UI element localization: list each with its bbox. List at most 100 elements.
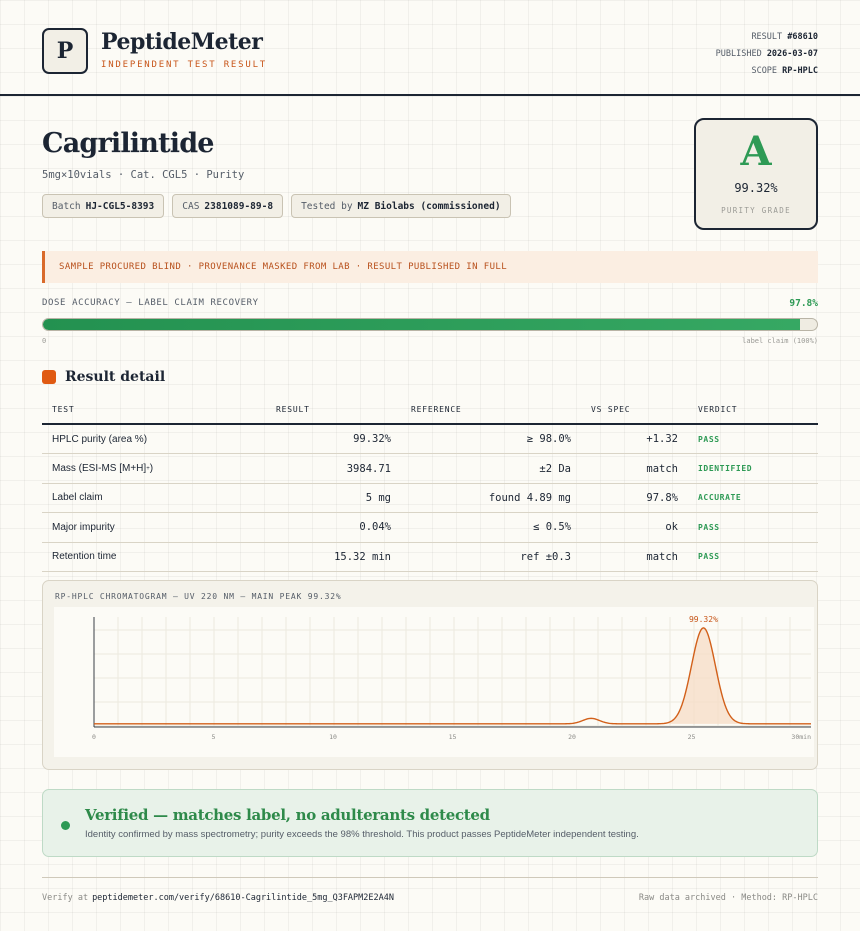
cell-result: 0.04%: [359, 521, 391, 534]
chromatogram-card: RP-HPLC CHROMATOGRAM — UV 220 NM — MAIN …: [42, 580, 818, 770]
x-tick-label: 30min: [791, 733, 811, 741]
cell-test-close: ): [149, 463, 154, 475]
cell-vs-spec: 97.8%: [646, 491, 678, 504]
cas-chip: CAS 2381089-89-8: [172, 194, 284, 218]
cell-test: Label claim: [52, 492, 103, 504]
dose-min-label: 0: [42, 337, 47, 345]
cas-value: 2381089-89-8: [204, 200, 274, 212]
blind-procurement-notice: SAMPLE PROCURED BLIND · PROVENANCE MASKE…: [42, 251, 818, 283]
table-row: HPLC purity (area %) 99.32% ≥ 98.0% +1.3…: [42, 425, 818, 455]
cell-reference: ≤ 0.5%: [533, 521, 571, 534]
table-row: Mass (ESI-MS [M+H] +) 3984.71 ±2 Da match…: [42, 454, 818, 484]
cell-reference: ±2 Da: [539, 462, 571, 475]
meta-scope-line: SCOPE RP-HPLC: [716, 63, 818, 80]
verified-banner: Verified — matches label, no adulterants…: [42, 789, 818, 857]
meta-published-label: PUBLISHED: [715, 49, 762, 59]
product-title: Cagrilintide: [42, 128, 214, 159]
cell-result: 99.32%: [353, 433, 391, 446]
meta-published-line: PUBLISHED 2026-03-07: [716, 46, 818, 63]
x-tick-label: 0: [92, 733, 96, 741]
cell-vs-spec: ok: [665, 521, 678, 534]
dose-accuracy-fill: [43, 319, 800, 330]
cell-test-text: Mass (ESI-MS [M+H]: [52, 463, 147, 475]
x-tick-label: 10: [329, 733, 337, 741]
batch-value: HJ-CGL5-8393: [85, 200, 155, 212]
brand-subtitle: INDEPENDENT TEST RESULT: [101, 60, 268, 70]
meta-scope-value: RP-HPLC: [782, 66, 818, 76]
tested-by-chip: Tested by MZ Biolabs (commissioned): [291, 194, 511, 218]
cell-verdict: PASS: [698, 522, 720, 532]
cas-label: CAS: [182, 200, 200, 212]
verified-description: Identity confirmed by mass spectrometry;…: [85, 829, 639, 840]
chromatogram-title: RP-HPLC CHROMATOGRAM — UV 220 NM — MAIN …: [55, 592, 342, 601]
verified-status-dot-icon: [61, 821, 70, 830]
cell-result: 3984.71: [346, 462, 391, 475]
tested-by-value: MZ Biolabs (commissioned): [357, 200, 501, 212]
header-result: RESULT: [276, 405, 310, 414]
cell-vs-spec: match: [646, 550, 678, 563]
verify-line: Verify at peptidemeter.com/verify/68610-C…: [42, 893, 394, 903]
cell-reference: ref ±0.3: [520, 550, 571, 563]
x-tick-label: 20: [568, 733, 576, 741]
chromatogram-svg: 99.32% 0 5 10 15 20 25 30min: [92, 615, 811, 741]
table-row: Major impurity 0.04% ≤ 0.5% ok PASS: [42, 513, 818, 543]
meta-result-label: RESULT: [751, 32, 783, 42]
header-verdict: VERDICT: [698, 405, 738, 414]
verified-title: Verified — matches label, no adulterants…: [85, 806, 490, 824]
report-header: P PeptideMeter INDEPENDENT TEST RESULT R…: [0, 0, 860, 96]
cell-reference: found 4.89 mg: [488, 491, 571, 504]
cell-test: HPLC purity (area %): [52, 433, 148, 445]
cell-result: 5 mg: [365, 491, 391, 504]
product-chips: Batch HJ-CGL5-8393 CAS 2381089-89-8 Tested…: [42, 194, 511, 218]
peak-area: [661, 627, 746, 724]
table-header: TEST RESULT REFERENCE VS SPEC VERDICT: [42, 396, 818, 425]
meta-published-value: 2026-03-07: [766, 49, 818, 59]
dose-max-label: label claim (100%): [742, 337, 818, 345]
meta-result-value: #68610: [787, 32, 818, 42]
result-detail-title: Result detail: [65, 369, 166, 385]
x-tick-labels: 0 5 10 15 20 25 30min: [92, 733, 811, 741]
peptidemeter-logo: P: [42, 28, 88, 74]
tested-by-label: Tested by: [301, 200, 353, 212]
main-peak-label: 99.32%: [689, 615, 718, 624]
cell-reference: ≥ 98.0%: [526, 433, 571, 446]
product-subline: 5mg×10vials · Cat. CGL5 · Purity: [42, 169, 245, 181]
cell-vs-spec: +1.32: [646, 433, 678, 446]
batch-label: Batch: [52, 200, 81, 212]
table-row: Label claim 5 mg found 4.89 mg 97.8% ACC…: [42, 484, 818, 514]
verify-label: Verify at: [42, 893, 89, 903]
cell-verdict: IDENTIFIED: [698, 464, 753, 474]
header-reference: REFERENCE: [411, 405, 462, 414]
grade-value: 99.32%: [734, 181, 778, 195]
cell-verdict: ACCURATE: [698, 493, 742, 503]
footer-method: Raw data archived · Method: RP-HPLC: [638, 893, 818, 903]
result-meta: RESULT #68610 PUBLISHED 2026-03-07 SCOPE…: [716, 29, 818, 80]
header-test: TEST: [52, 405, 75, 414]
grade-letter: A: [740, 128, 772, 175]
meta-scope-label: SCOPE: [751, 66, 778, 76]
table-row: Retention time 15.32 min ref ±0.3 match …: [42, 543, 818, 572]
cell-verdict: PASS: [698, 434, 720, 444]
cell-test: Retention time: [52, 551, 117, 563]
cell-test: Mass (ESI-MS [M+H] +): [52, 454, 153, 482]
cell-vs-spec: match: [646, 462, 678, 475]
x-tick-label: 25: [688, 733, 696, 741]
chromatogram-plot: 99.32% 0 5 10 15 20 25 30min: [54, 607, 814, 757]
cell-result: 15.32 min: [334, 550, 391, 563]
x-tick-label: 15: [449, 733, 457, 741]
purity-grade-card: A 99.32% PURITY GRADE: [694, 118, 818, 230]
verify-link[interactable]: peptidemeter.com/verify/68610-Cagrilinti…: [92, 893, 394, 903]
dose-accuracy-label: DOSE ACCURACY — LABEL CLAIM RECOVERY: [42, 298, 259, 308]
brand-name: PeptideMeter: [101, 29, 263, 55]
section-square-icon: [42, 370, 56, 384]
grade-label: PURITY GRADE: [721, 206, 791, 215]
meta-result-line: RESULT #68610: [716, 29, 818, 46]
cell-verdict: PASS: [698, 552, 720, 562]
dose-accuracy-bar: [42, 318, 818, 331]
x-tick-label: 5: [212, 733, 216, 741]
header-vs-spec: VS SPEC: [591, 405, 631, 414]
result-table: TEST RESULT REFERENCE VS SPEC VERDICT HP…: [42, 396, 818, 572]
batch-chip: Batch HJ-CGL5-8393: [42, 194, 165, 218]
footer-divider: [42, 877, 818, 878]
cell-test: Major impurity: [52, 521, 115, 533]
